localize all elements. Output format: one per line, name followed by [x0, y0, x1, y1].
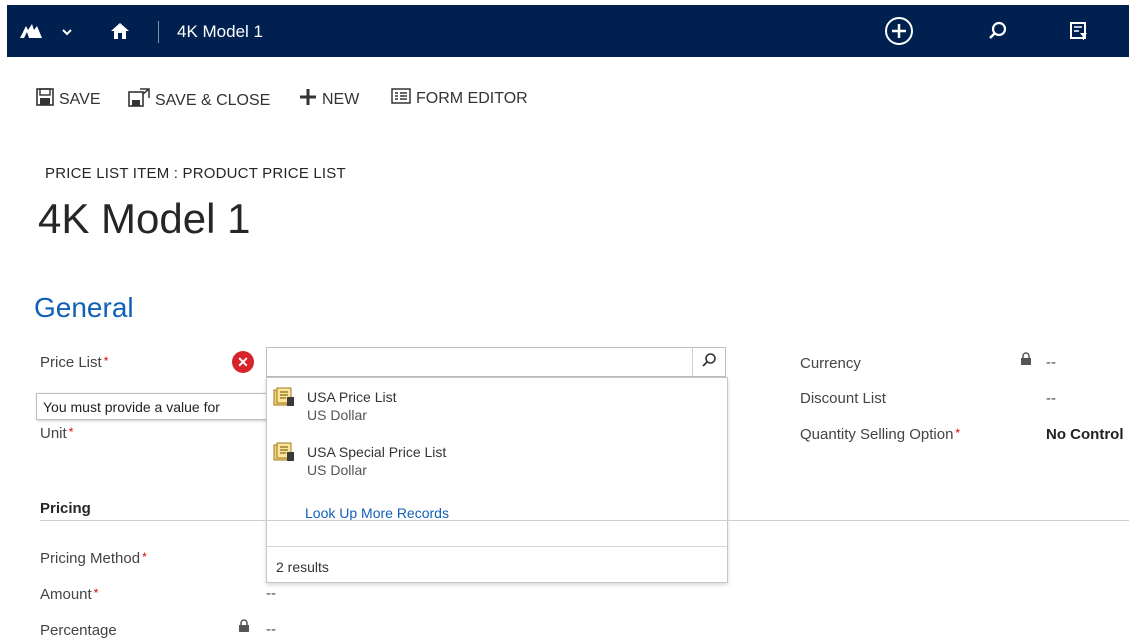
- nav-separator: [158, 21, 159, 43]
- form-editor-label: FORM EDITOR: [416, 89, 528, 107]
- lookup-results-footer: 2 results: [267, 546, 727, 583]
- search-icon: [701, 352, 717, 373]
- search-icon[interactable]: [987, 20, 1009, 47]
- required-marker: *: [68, 425, 74, 439]
- save-label: SAVE: [59, 90, 101, 108]
- lookup-search-button[interactable]: [692, 348, 725, 376]
- lookup-result-item[interactable]: USA Price List US Dollar: [273, 387, 713, 429]
- lock-icon: [1020, 352, 1032, 365]
- unit-label: Unit *: [40, 425, 73, 442]
- result-currency: US Dollar: [307, 462, 367, 478]
- required-marker: *: [93, 586, 99, 600]
- price-list-icon: [273, 387, 295, 412]
- save-button[interactable]: SAVE: [36, 88, 101, 111]
- required-marker: *: [103, 354, 109, 368]
- currency-label: Currency: [800, 355, 861, 372]
- pricing-method-label: Pricing Method *: [40, 550, 147, 567]
- form-editor-icon: [391, 88, 411, 109]
- pricing-method-label-text: Pricing Method: [40, 550, 141, 567]
- amount-label-text: Amount: [40, 586, 92, 603]
- form-editor-button[interactable]: FORM EDITOR: [391, 88, 528, 109]
- price-list-lookup-input[interactable]: [266, 347, 726, 377]
- save-close-label: SAVE & CLOSE: [155, 91, 271, 109]
- result-name: USA Price List: [307, 389, 397, 405]
- top-nav-bar: 4K Model 1: [7, 5, 1129, 57]
- plus-circle-icon[interactable]: [884, 16, 914, 51]
- section-pricing: Pricing: [40, 500, 91, 517]
- amount-label: Amount *: [40, 586, 98, 603]
- save-icon: [36, 88, 54, 111]
- percentage-value[interactable]: --: [266, 621, 276, 638]
- discount-list-label: Discount List: [800, 390, 886, 407]
- nav-title: 4K Model 1: [177, 22, 263, 41]
- percentage-label: Percentage: [40, 622, 117, 639]
- new-label: NEW: [322, 90, 360, 108]
- price-list-label: Price List *: [40, 354, 108, 371]
- error-icon: ✕: [232, 351, 254, 373]
- required-marker: *: [955, 426, 961, 440]
- plus-icon: [299, 88, 317, 111]
- result-name: USA Special Price List: [307, 444, 447, 460]
- lookup-results-dropdown: USA Price List US Dollar USA Special Pri…: [266, 377, 728, 583]
- amount-value[interactable]: --: [266, 585, 276, 602]
- error-tooltip: You must provide a value for: [36, 393, 276, 420]
- lookup-result-item[interactable]: USA Special Price List US Dollar: [273, 442, 713, 484]
- result-currency: US Dollar: [307, 407, 367, 423]
- new-button[interactable]: NEW: [299, 88, 359, 111]
- quantity-selling-option-label: Quantity Selling Option *: [800, 426, 960, 443]
- save-close-icon: [128, 88, 150, 113]
- home-icon[interactable]: [110, 21, 130, 46]
- entity-breadcrumb: PRICE LIST ITEM : PRODUCT PRICE LIST: [45, 165, 346, 182]
- lock-icon: [238, 619, 250, 632]
- record-title: 4K Model 1: [38, 195, 251, 242]
- section-divider: [40, 520, 1129, 521]
- section-general: General: [34, 292, 134, 323]
- dynamics-logo-icon[interactable]: [19, 22, 43, 45]
- save-close-button[interactable]: SAVE & CLOSE: [128, 88, 270, 113]
- discount-list-value[interactable]: --: [1046, 390, 1056, 407]
- filter-icon[interactable]: [1069, 21, 1089, 46]
- quantity-selling-option-value[interactable]: No Control: [1046, 426, 1123, 443]
- quantity-selling-option-label-text: Quantity Selling Option: [800, 426, 954, 443]
- currency-value[interactable]: --: [1046, 354, 1056, 371]
- chevron-down-icon[interactable]: [61, 25, 73, 43]
- required-marker: *: [142, 550, 147, 564]
- result-count: 2 results: [276, 559, 329, 575]
- price-list-label-text: Price List: [40, 354, 102, 371]
- unit-label-text: Unit: [40, 425, 67, 442]
- price-list-icon: [273, 442, 295, 467]
- look-up-more-records-link[interactable]: Look Up More Records: [305, 505, 449, 521]
